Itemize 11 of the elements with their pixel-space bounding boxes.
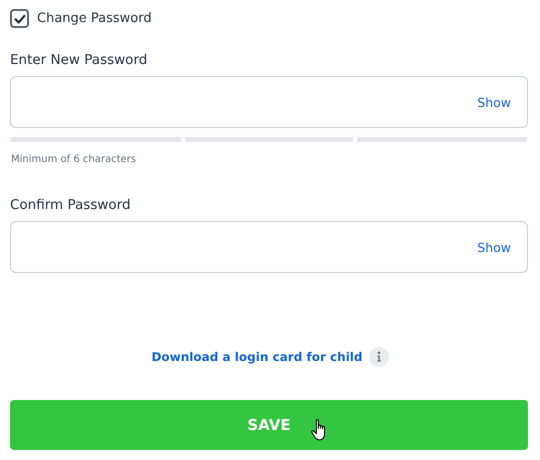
field-label: Confirm Password <box>10 197 132 215</box>
hint-text: Minimum of 6 characters <box>10 154 137 167</box>
show-toggle[interactable]: Show <box>477 94 511 110</box>
field-label: Enter New Password <box>10 52 148 70</box>
info-icon[interactable] <box>368 347 389 367</box>
show-toggle[interactable]: Show <box>477 240 511 254</box>
checkbox[interactable] <box>10 9 29 28</box>
password-field[interactable]: Show <box>10 221 528 273</box>
password-field[interactable]: Show <box>10 76 528 128</box>
checkbox-label: Change Password <box>37 11 152 26</box>
download-link[interactable]: Download a login card for child <box>151 350 363 364</box>
